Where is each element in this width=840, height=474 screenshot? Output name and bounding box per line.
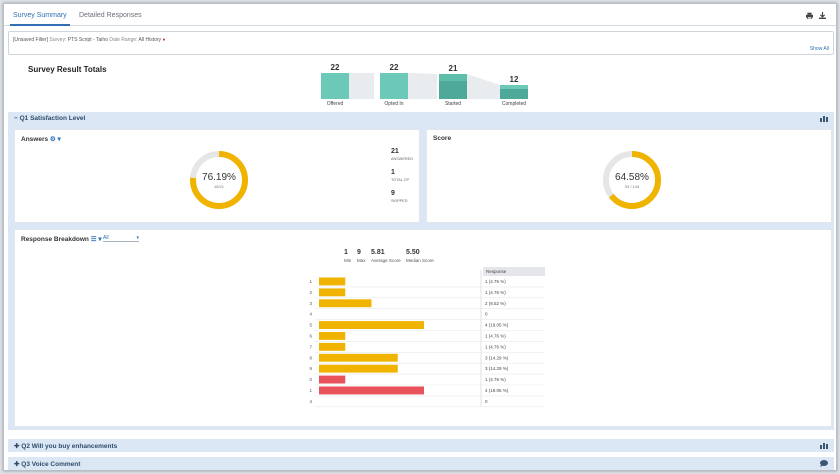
stat-skipped-num: 9 [391, 190, 395, 197]
stat-answered-label: ANSWERED [391, 157, 413, 161]
breakdown-row-label: 2 [309, 290, 312, 295]
funnel-bar-offered [321, 73, 349, 99]
score-title: Score [433, 135, 452, 142]
breakdown-bar [319, 299, 372, 308]
funnel-gap-3 [467, 74, 500, 99]
breakdown-row-label: 9 [309, 366, 312, 371]
breakdown-row-label: 3 [309, 301, 312, 306]
funnel-gap-1 [349, 73, 374, 99]
score-percent: 64.58% [615, 172, 649, 183]
totals-funnel [321, 73, 528, 99]
funnel-bar-started-top [439, 74, 467, 81]
breakdown-row-label: 4 [309, 399, 312, 404]
comment-icon[interactable] [820, 460, 828, 467]
score-fraction: 93 / 144 [624, 184, 640, 189]
stat-total-num: 1 [391, 169, 395, 176]
bar-chart-icon[interactable] [820, 442, 828, 449]
answers-panel: Answers ⚙ ▾ 76.19% 16/21 21 ANSWERED 1 T… [14, 129, 420, 223]
breakdown-response-cell: 2 (9.52 %) [485, 301, 506, 306]
q2-title: Q2 Will you buy enhancements [21, 443, 118, 450]
q3-section-header[interactable]: ✚ Q3 Voice Comment [8, 457, 834, 470]
answers-percent: 76.19% [202, 172, 236, 183]
funnel-bar-opted-in [380, 73, 408, 99]
breakdown-row-label: 1 [309, 388, 312, 393]
funnel-count-completed: 12 [509, 75, 519, 84]
breakdown-panel: Response Breakdown ☰ ▾ All ▾ 1 Min 9 Max… [14, 229, 832, 427]
tab-detailed-responses[interactable]: Detailed Responses [76, 8, 145, 26]
tab-survey-summary[interactable]: Survey Summary [10, 8, 70, 26]
breakdown-bar [319, 375, 346, 384]
breakdown-bar [319, 364, 398, 373]
filter-remove-icon[interactable]: ● [162, 37, 165, 43]
filter-unsaved[interactable]: [Unsaved Filter] [13, 37, 48, 43]
funnel-label-completed: Completed [501, 101, 527, 107]
breakdown-row-label: 1 [309, 279, 312, 284]
funnel-label-started: Started [444, 101, 462, 107]
breakdown-response-cell: 0 [485, 312, 488, 317]
bar-chart-icon[interactable] [820, 115, 828, 122]
breakdown-response-cell: 4 (19.05 %) [485, 388, 509, 393]
breakdown-response-cell: 1 (4.76 %) [485, 344, 506, 349]
breakdown-response-cell: 1 (4.76 %) [485, 334, 506, 339]
stat-answered-num: 21 [391, 148, 399, 155]
funnel-count-started: 21 [448, 64, 458, 73]
stat-skipped-label: SKIPPED [391, 199, 408, 203]
breakdown-bar [319, 321, 424, 329]
breakdown-response-cell: 4 (19.05 %) [485, 323, 509, 328]
breakdown-bar [319, 288, 346, 297]
breakdown-bar [319, 332, 346, 340]
q1-title: Q1 Satisfaction Level [19, 115, 86, 122]
filter-bar: [Unsaved Filter] Survey: PTS Script - Ta… [8, 31, 834, 55]
breakdown-chart: 1 1 (4.76 %) 2 1 (4.76 %) 3 2 (9.52 %) 4 0 5 4 (1… [309, 270, 545, 408]
breakdown-response-cell: 3 (14.29 %) [485, 366, 509, 371]
settings-dropdown-icon[interactable]: ⚙ ▾ [50, 136, 61, 143]
breakdown-response-cell: 1 (4.76 %) [485, 290, 506, 295]
tab-bar: Survey Summary Detailed Responses [4, 4, 836, 26]
funnel-gap-2 [408, 73, 437, 99]
funnel-count-opted-in: 22 [389, 63, 399, 72]
breakdown-row-label: 5 [309, 323, 312, 328]
q2-section-header[interactable]: ✚ Q2 Will you buy enhancements [8, 439, 834, 452]
filter-summary: [Unsaved Filter] Survey: PTS Script - Ta… [13, 37, 165, 43]
filter-survey-label: Survey: [49, 37, 67, 43]
funnel-label-offered: Offered [326, 101, 344, 107]
answers-title: Answers [21, 136, 49, 143]
answers-fraction: 16/21 [213, 184, 224, 189]
breakdown-response-cell: 3 (14.29 %) [485, 355, 509, 360]
breakdown-bar [319, 342, 346, 351]
filter-date-value[interactable]: All History [139, 37, 162, 43]
breakdown-response-cell: 0 [485, 399, 488, 404]
download-icon[interactable] [819, 12, 826, 19]
breakdown-bar [319, 353, 398, 362]
survey-window: Survey Summary Detailed Responses [Unsav… [3, 3, 837, 471]
breakdown-bar [319, 386, 424, 395]
breakdown-row-label: 8 [309, 355, 312, 360]
funnel-bar-completed-top [500, 85, 528, 89]
breakdown-row-label: 4 [309, 312, 312, 317]
breakdown-row-label: 6 [309, 334, 312, 339]
breakdown-response-cell: 1 (4.76 %) [485, 377, 506, 382]
breakdown-row-label: 0 [309, 377, 312, 382]
survey-result-totals: Survey Result Totals 22 22 21 12 Offered… [8, 59, 834, 109]
filter-survey-value[interactable]: PTS Script - Taiho [68, 37, 108, 43]
score-panel: Score 64.58% 93 / 144 [426, 129, 832, 223]
funnel-count-offered: 22 [330, 63, 340, 72]
breakdown-row-label: 7 [309, 344, 312, 349]
filter-date-label: Date Range: [109, 37, 138, 43]
q3-title: Q3 Voice Comment [21, 461, 81, 468]
q1-section-header[interactable]: − Q1 Satisfaction Level [8, 112, 834, 125]
breakdown-bar [319, 277, 346, 286]
printer-icon[interactable] [806, 12, 813, 20]
show-all-link[interactable]: Show All [810, 46, 829, 52]
funnel-label-opted-in: Opted In [384, 101, 404, 107]
breakdown-response-cell: 1 (4.76 %) [485, 279, 506, 284]
stat-total-label: TOTAL CP [391, 178, 410, 182]
